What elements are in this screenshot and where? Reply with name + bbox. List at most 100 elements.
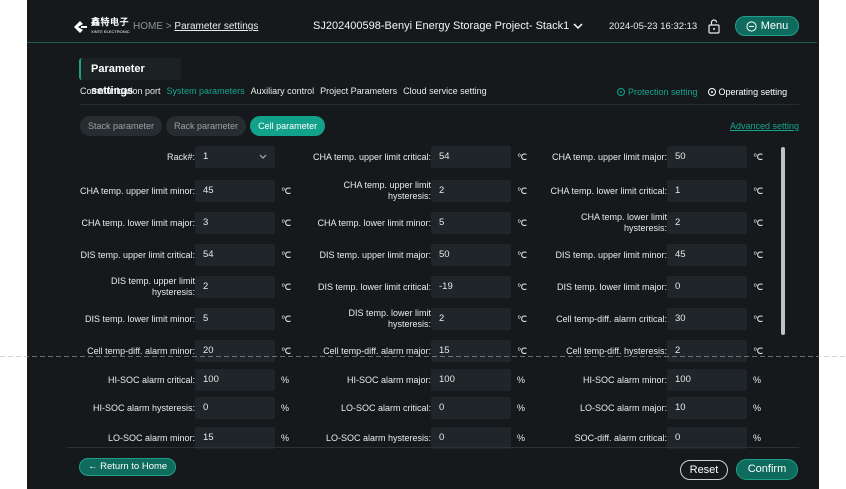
- param-label: DIS temp. lower limit critical:: [317, 282, 431, 292]
- project-name: SJ202400598-Benyi Energy Storage Project…: [313, 20, 570, 32]
- param-input[interactable]: 100: [431, 369, 511, 391]
- param-input[interactable]: 50: [667, 146, 747, 168]
- panel-title: Parameter settings: [79, 58, 181, 97]
- parameter-panel: Parameter settings Communication port Sy…: [67, 56, 799, 476]
- tab-system-parameters[interactable]: System parameters: [167, 86, 245, 96]
- param-unit: ℃: [753, 152, 764, 162]
- app-window: 鑫特电子 XINTE ELECTRONIC HOME > Parameter s…: [27, 0, 819, 489]
- param-unit: ℃: [517, 218, 528, 228]
- reset-button[interactable]: Reset: [680, 460, 728, 480]
- param-input[interactable]: 30: [667, 308, 747, 330]
- param-input[interactable]: 20: [195, 340, 275, 362]
- sub-tabs: Stack parameter Rack parameter Cell para…: [80, 116, 326, 136]
- param-input[interactable]: 54: [195, 244, 275, 266]
- param-input[interactable]: 50: [431, 244, 511, 266]
- param-unit: ℃: [517, 282, 528, 292]
- logo: 鑫特电子 XINTE ELECTRONIC: [72, 18, 142, 36]
- tab-cloud-service-setting[interactable]: Cloud service setting: [403, 86, 487, 96]
- param-unit: ℃: [281, 314, 292, 324]
- main-tabs: Communication port System parameters Aux…: [80, 86, 487, 96]
- param-unit: ℃: [753, 314, 764, 324]
- datetime-display: 2024-05-23 16:32:13: [609, 21, 698, 32]
- setting-mode-radios: Protection setting Operating setting: [617, 87, 787, 97]
- param-input[interactable]: 3: [195, 212, 275, 234]
- param-input[interactable]: 2: [431, 180, 511, 202]
- param-input[interactable]: 2: [667, 212, 747, 234]
- param-label: DIS temp. lower limit hysteresis:: [348, 308, 431, 329]
- param-unit: ℃: [517, 250, 528, 260]
- param-unit: ℃: [281, 282, 292, 292]
- param-label: DIS temp. upper limit major:: [319, 250, 431, 260]
- param-input[interactable]: 15: [195, 427, 275, 449]
- radio-operating-setting[interactable]: Operating setting: [707, 87, 788, 97]
- param-label: Cell temp-diff. alarm critical:: [556, 314, 667, 324]
- param-label: DIS temp. lower limit minor:: [84, 314, 195, 324]
- param-label: DIS temp. upper limit minor:: [555, 250, 667, 260]
- menu-circle-icon: [746, 20, 757, 32]
- menu-button[interactable]: Menu: [735, 16, 799, 36]
- param-input[interactable]: 0: [667, 427, 747, 449]
- top-header: 鑫特电子 XINTE ELECTRONIC HOME > Parameter s…: [27, 0, 819, 56]
- param-input[interactable]: 10: [667, 397, 747, 419]
- breadcrumb-home[interactable]: HOME: [133, 21, 163, 32]
- param-input[interactable]: 1: [667, 180, 747, 202]
- param-input[interactable]: 5: [431, 212, 511, 234]
- param-input[interactable]: 100: [195, 369, 275, 391]
- confirm-button[interactable]: Confirm: [736, 459, 798, 480]
- breadcrumb-current[interactable]: Parameter settings: [174, 21, 258, 32]
- radio-dot-icon: [707, 88, 716, 96]
- subtab-rack-parameter[interactable]: Rack parameter: [166, 116, 247, 136]
- param-label: CHA temp. upper limit critical:: [312, 152, 431, 162]
- param-input[interactable]: 54: [431, 146, 511, 168]
- param-input[interactable]: 2: [667, 340, 747, 362]
- project-selector[interactable]: SJ202400598-Benyi Energy Storage Project…: [313, 20, 583, 32]
- param-unit: ℃: [281, 218, 292, 228]
- scrollbar[interactable]: [781, 147, 785, 335]
- param-label: CHA temp. lower limit minor:: [317, 218, 431, 228]
- param-unit: %: [517, 433, 526, 443]
- param-input[interactable]: 5: [195, 308, 275, 330]
- param-label: HI-SOC alarm hysteresis:: [92, 403, 195, 413]
- param-unit: ℃: [281, 250, 292, 260]
- subtab-stack-parameter[interactable]: Stack parameter: [80, 116, 163, 136]
- param-unit: %: [517, 403, 526, 413]
- param-unit: ℃: [517, 186, 528, 196]
- param-input[interactable]: -19: [431, 276, 511, 298]
- param-input[interactable]: 15: [431, 340, 511, 362]
- param-label: SOC-diff. alarm critical:: [574, 433, 667, 443]
- param-input[interactable]: 2: [195, 276, 275, 298]
- param-label: DIS temp. upper limit critical:: [80, 250, 195, 260]
- radio-label: Protection setting: [628, 87, 698, 97]
- param-unit: ℃: [753, 186, 764, 196]
- param-unit: %: [753, 403, 762, 413]
- param-input[interactable]: 0: [667, 276, 747, 298]
- footer-divider: [67, 447, 799, 448]
- param-input[interactable]: 0: [431, 397, 511, 419]
- radio-protection-setting[interactable]: Protection setting: [617, 87, 698, 97]
- tab-auxiliary-control[interactable]: Auxiliary control: [251, 86, 315, 96]
- chevron-down-icon: [259, 154, 267, 159]
- param-input[interactable]: 45: [195, 180, 275, 202]
- tab-communication-port[interactable]: Communication port: [80, 86, 161, 96]
- param-unit: %: [281, 403, 290, 413]
- param-label: LO-SOC alarm minor:: [107, 433, 195, 443]
- tab-project-parameters[interactable]: Project Parameters: [320, 86, 397, 96]
- param-label: LO-SOC alarm major:: [579, 403, 667, 413]
- param-label: LO-SOC alarm critical:: [340, 403, 431, 413]
- param-input[interactable]: 2: [431, 308, 511, 330]
- return-home-button[interactable]: ← Return to Home: [79, 458, 177, 476]
- radio-label: Operating setting: [718, 87, 788, 97]
- param-unit: ℃: [753, 282, 764, 292]
- subtab-cell-parameter[interactable]: Cell parameter: [250, 116, 326, 136]
- param-unit: %: [517, 375, 526, 385]
- param-unit: ℃: [517, 152, 528, 162]
- param-input[interactable]: 0: [195, 397, 275, 419]
- unlock-icon[interactable]: [707, 18, 721, 34]
- param-input[interactable]: 45: [667, 244, 747, 266]
- param-input[interactable]: 0: [431, 427, 511, 449]
- breadcrumb-separator: >: [165, 21, 172, 32]
- advanced-setting-link[interactable]: Advanced setting: [730, 121, 799, 131]
- param-unit: %: [753, 375, 762, 385]
- param-input[interactable]: 100: [667, 369, 747, 391]
- param-label: HI-SOC alarm minor:: [582, 375, 667, 385]
